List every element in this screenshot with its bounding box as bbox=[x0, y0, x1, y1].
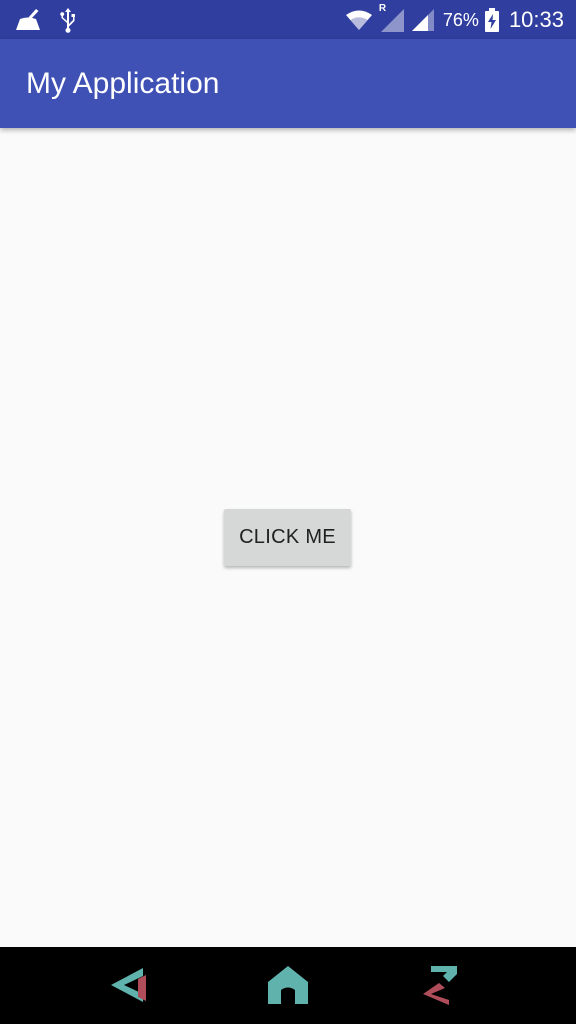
home-icon bbox=[266, 965, 310, 1005]
status-bar: R 76% 10:33 bbox=[0, 0, 576, 39]
home-button[interactable] bbox=[266, 963, 310, 1007]
screen: R 76% 10:33 My Application CLICK ME bbox=[0, 0, 576, 1024]
usb-icon bbox=[58, 7, 78, 33]
back-icon bbox=[107, 965, 149, 1005]
roaming-signal-icon: R bbox=[379, 3, 405, 33]
signal-icon bbox=[411, 8, 435, 32]
navigation-bar bbox=[0, 947, 576, 1024]
status-right-icons: R 76% 10:33 bbox=[345, 3, 564, 36]
status-left-icons bbox=[14, 6, 78, 34]
clock: 10:33 bbox=[508, 7, 564, 32]
recents-icon bbox=[419, 964, 461, 1006]
main-content: CLICK ME bbox=[0, 128, 576, 947]
cleaner-icon bbox=[14, 8, 42, 32]
battery-charging-icon bbox=[484, 8, 499, 32]
click-me-button[interactable]: CLICK ME bbox=[224, 509, 351, 566]
wifi-icon bbox=[345, 9, 373, 31]
battery-percent: 76% bbox=[442, 9, 479, 30]
recents-button[interactable] bbox=[418, 963, 462, 1007]
app-title: My Application bbox=[26, 67, 220, 100]
back-button[interactable] bbox=[106, 963, 150, 1007]
app-bar: My Application bbox=[0, 39, 576, 128]
